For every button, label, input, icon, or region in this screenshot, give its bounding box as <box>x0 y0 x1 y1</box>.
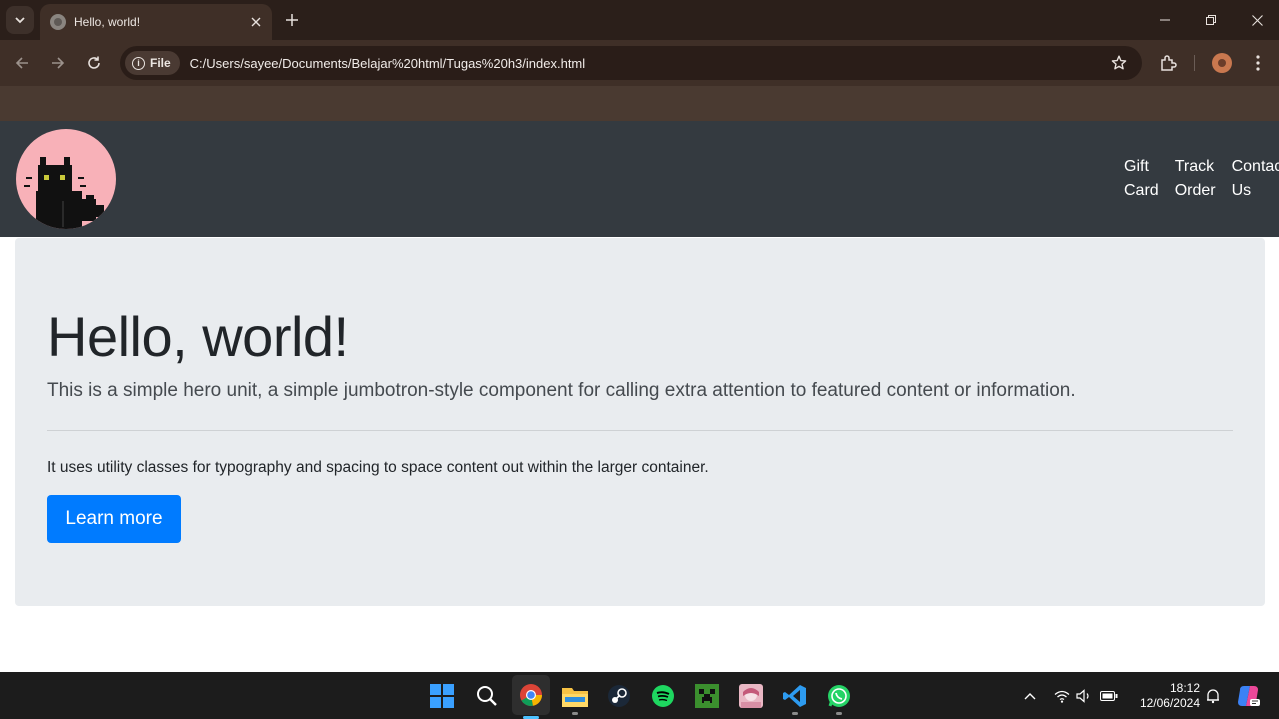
close-icon <box>1251 14 1263 26</box>
minimize-icon <box>1160 19 1170 21</box>
windows-taskbar: 18:12 12/06/2024 <box>0 672 1279 719</box>
steam-icon[interactable] <box>604 681 634 711</box>
running-indicator <box>792 712 798 715</box>
forward-button[interactable] <box>46 51 70 75</box>
chevron-up-icon[interactable] <box>1021 687 1039 705</box>
learn-more-button[interactable]: Learn more <box>47 495 181 543</box>
restore-button[interactable] <box>1196 8 1226 32</box>
notification-bell-icon[interactable] <box>1204 687 1222 705</box>
running-indicator <box>836 712 842 715</box>
nav-link-contact-us[interactable]: Contac Us <box>1232 155 1279 203</box>
extensions-button[interactable] <box>1156 51 1180 75</box>
bookmark-star-button[interactable] <box>1104 55 1134 71</box>
reload-button[interactable] <box>82 51 106 75</box>
magnifier-icon <box>477 686 497 706</box>
spotify-icon[interactable] <box>648 681 678 711</box>
toolbar-extension-area <box>0 86 1279 121</box>
start-icon[interactable] <box>427 681 457 711</box>
site-navbar: Gift Card Track Order Contac Us <box>0 121 1279 237</box>
folder-icon <box>562 688 588 707</box>
steam-logo-icon <box>608 685 630 707</box>
wifi-icon[interactable] <box>1053 687 1071 705</box>
restore-icon <box>1206 15 1216 25</box>
nav-link-gift-card[interactable]: Gift Card <box>1124 155 1159 203</box>
vscode-icon[interactable] <box>780 681 810 715</box>
whatsapp-logo-icon <box>828 685 850 707</box>
more-vertical-icon <box>1256 55 1260 71</box>
puzzle-icon <box>1161 55 1177 71</box>
copilot-icon[interactable] <box>1236 684 1260 708</box>
tab-title: Hello, world! <box>74 15 141 29</box>
nav-link-line: Order <box>1174 182 1216 199</box>
running-indicator <box>572 712 578 715</box>
battery-icon[interactable] <box>1100 687 1118 705</box>
new-tab-button[interactable] <box>280 8 304 32</box>
chevron-down-icon <box>15 17 25 24</box>
site-chip-label: File <box>150 56 171 70</box>
chrome-logo-icon <box>520 684 542 706</box>
nav-link-line: Contac <box>1231 158 1279 175</box>
nav-link-line: Us <box>1231 182 1252 199</box>
anime-app-icon[interactable] <box>736 681 766 711</box>
address-bar[interactable]: i File C:/Users/sayee/Documents/Belajar%… <box>120 46 1142 80</box>
clock-date: 12/06/2024 <box>1139 696 1200 710</box>
url-text[interactable]: C:/Users/sayee/Documents/Belajar%20html/… <box>190 56 1104 71</box>
chrome-menu-button[interactable] <box>1246 51 1270 75</box>
toolbar-divider <box>1194 55 1195 71</box>
nav-link-line: Track <box>1174 158 1215 175</box>
hero-jumbotron: Hello, world! This is a simple hero unit… <box>15 238 1265 606</box>
close-icon <box>251 17 261 27</box>
nav-link-line: Card <box>1124 182 1159 199</box>
speaker-icon[interactable] <box>1075 687 1093 705</box>
black-cat-icon <box>24 157 104 229</box>
chrome-icon[interactable] <box>512 675 550 719</box>
system-clock[interactable]: 18:12 12/06/2024 <box>1130 681 1200 711</box>
anime-avatar-icon <box>739 684 763 708</box>
whatsapp-icon[interactable] <box>824 681 854 715</box>
browser-toolbar: i File C:/Users/sayee/Documents/Belajar%… <box>0 40 1279 86</box>
hero-title: Hello, world! <box>47 305 349 368</box>
profile-avatar[interactable] <box>1212 53 1232 73</box>
tab-close-button[interactable] <box>246 12 266 32</box>
nav-link-track-order[interactable]: Track Order <box>1175 155 1216 203</box>
cat-logo[interactable] <box>16 129 116 229</box>
globe-icon <box>50 14 66 30</box>
windows-logo-icon <box>430 684 454 708</box>
spotify-logo-icon <box>652 685 674 707</box>
close-window-button[interactable] <box>1242 8 1272 32</box>
tab-search-button[interactable] <box>6 6 34 34</box>
site-info-chip[interactable]: i File <box>125 51 180 75</box>
minecraft-icon[interactable] <box>692 681 722 711</box>
hero-body-text: It uses utility classes for typography a… <box>47 459 709 476</box>
nav-links: Gift Card Track Order Contac Us <box>1124 155 1279 203</box>
creeper-icon <box>695 684 719 708</box>
page-viewport: Gift Card Track Order Contac Us Hello, w… <box>0 121 1279 672</box>
file-explorer-icon[interactable] <box>560 681 590 715</box>
star-icon <box>1111 55 1127 70</box>
arrow-right-icon <box>52 57 65 69</box>
search-icon[interactable] <box>472 681 502 711</box>
reload-icon <box>88 56 100 69</box>
info-icon: i <box>132 56 145 70</box>
nav-link-line: Gift <box>1124 158 1149 175</box>
clock-time: 18:12 <box>1169 681 1200 695</box>
browser-tab-bar: Hello, world! <box>0 0 1279 40</box>
plus-icon <box>286 14 298 26</box>
hero-divider <box>47 430 1233 431</box>
back-button[interactable] <box>10 51 34 75</box>
vscode-logo-icon <box>783 685 806 707</box>
hero-lead: This is a simple hero unit, a simple jum… <box>47 380 1076 401</box>
minimize-button[interactable] <box>1150 8 1180 32</box>
arrow-left-icon <box>15 57 28 69</box>
browser-tab[interactable]: Hello, world! <box>40 4 272 40</box>
